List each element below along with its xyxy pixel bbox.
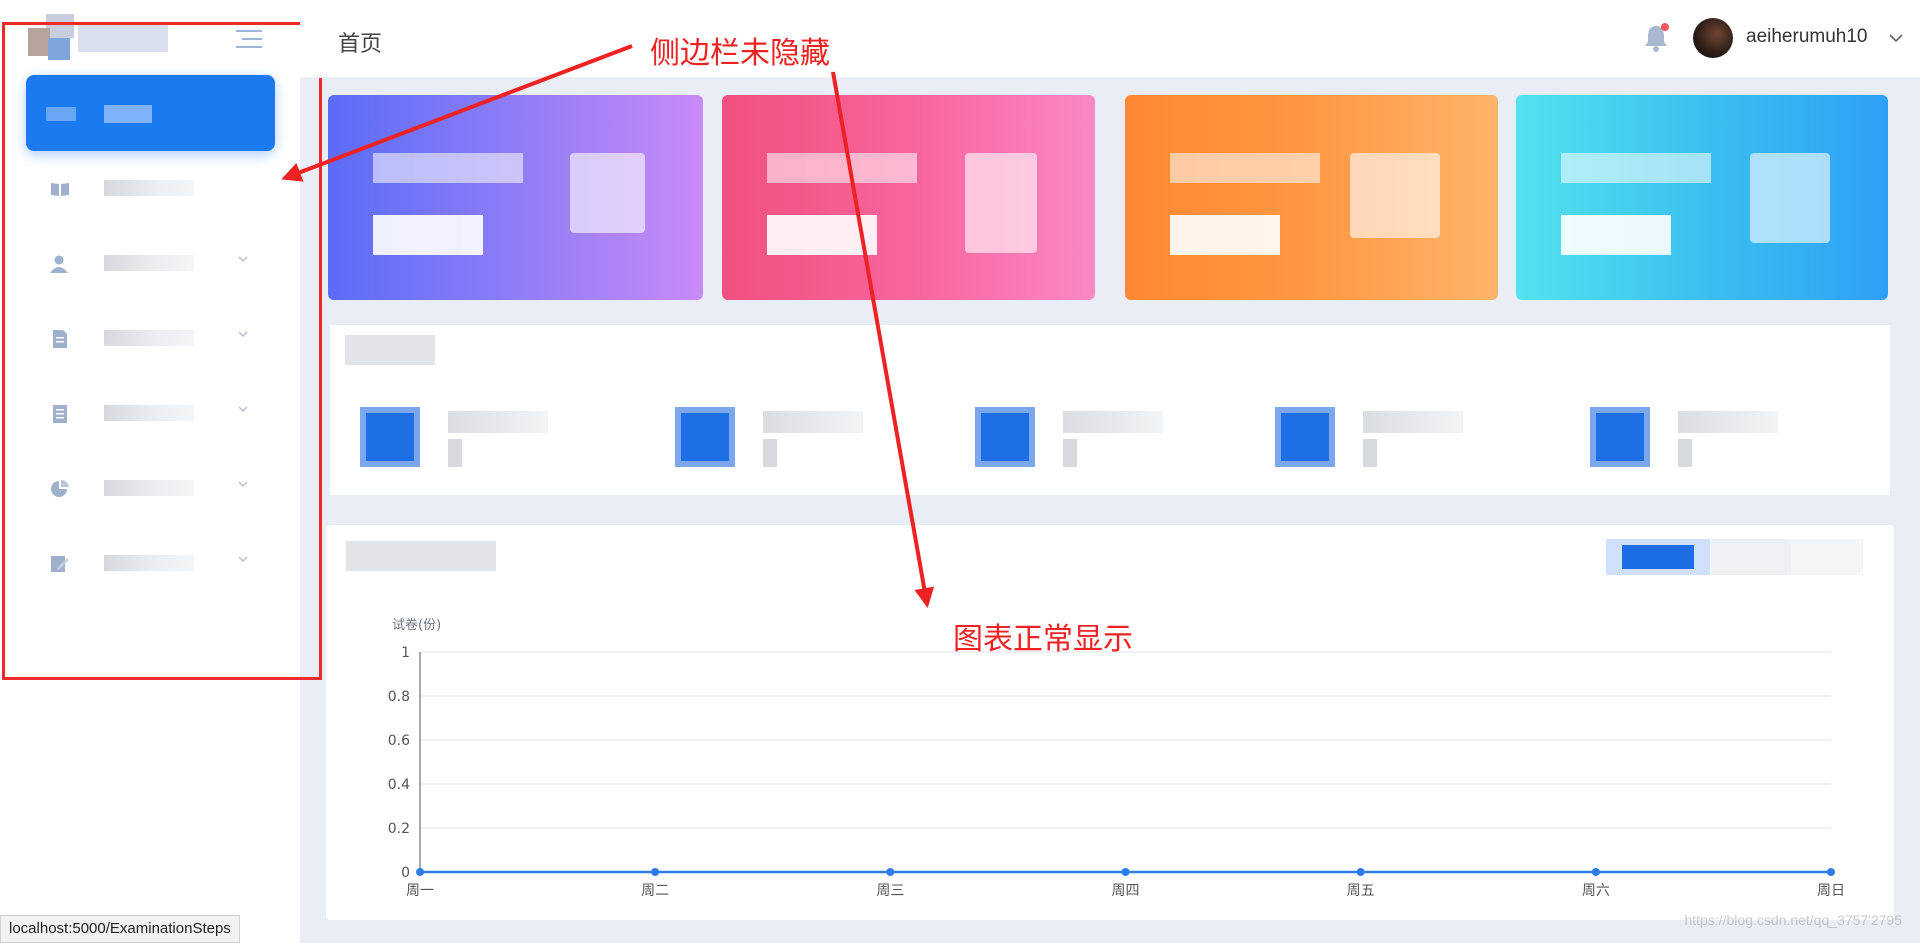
stat-card-title [1561,153,1711,183]
data-point [1356,868,1365,876]
y-tick-label: 0.6 [388,733,410,749]
stat-card-title [1170,153,1320,183]
username[interactable]: aeiherumuh10 [1746,26,1867,48]
x-tick-label: 周二 [641,883,669,899]
status-bar-url: localhost:5000/ExaminationSteps [0,915,240,943]
quick-access-icon [975,407,1035,467]
y-tick-label: 1 [401,645,410,661]
stat-card-icon [1750,153,1830,243]
quick-access-icon [360,407,420,467]
data-point [1121,868,1130,876]
x-tick-label: 周日 [1817,883,1845,899]
x-tick-label: 周三 [876,883,904,899]
quick-access-icon [1275,407,1335,467]
quick-access-icon [675,407,735,467]
panel-title [345,335,435,365]
quick-access-item[interactable] [1590,407,1790,472]
sidebar-highlight-box [2,22,322,680]
stat-card-icon [570,153,645,233]
annotation-chart-note: 图表正常显示 [953,622,1133,657]
stat-card-value [373,215,483,255]
y-tick-label: 0 [401,865,410,881]
quick-access-panel [330,325,1890,495]
stat-card-icon [1350,153,1440,238]
chart-panel: 试卷(份) 0 0.2 0.4 0.6 0.8 1 周一 周二 周三 周四 周五 周六 周日 [326,525,1894,920]
stat-card-3[interactable] [1125,95,1498,300]
quick-access-item[interactable] [975,407,1175,472]
y-axis-label: 试卷(份) [392,617,441,633]
x-tick-label: 周四 [1112,883,1140,899]
avatar[interactable] [1693,18,1733,58]
y-tick-label: 0.8 [388,689,410,705]
annotation-sidebar-note: 侧边栏未隐藏 [650,36,830,71]
line-chart: 试卷(份) 0 0.2 0.4 0.6 0.8 1 周一 周二 周三 周四 周五 周六 周日 [388,617,1845,899]
stat-card-2[interactable] [722,95,1095,300]
page-title: 首页 [338,31,383,56]
quick-access-item[interactable] [1275,407,1475,472]
topbar: 首页 aeiherumuh10 [300,0,1920,78]
x-tick-label: 周六 [1582,883,1610,899]
quick-access-item[interactable] [360,407,560,472]
watermark: https://blog.csdn.net/qq_3757'2795 [1684,912,1902,928]
data-point [1591,868,1600,876]
stat-card-title [767,153,917,183]
y-tick-label: 0.2 [388,821,410,837]
data-point [416,868,424,876]
data-point [886,868,895,876]
quick-access-item[interactable] [675,407,875,472]
data-point [1827,868,1835,876]
y-tick-label: 0.4 [388,777,410,793]
x-tick-label: 周五 [1347,883,1375,899]
quick-access-icon [1590,407,1650,467]
chevron-down-icon[interactable] [1888,30,1904,46]
stat-card-value [1170,215,1280,255]
stat-card-title [373,153,523,183]
notification-bell-icon[interactable] [1642,22,1670,54]
stat-card-1[interactable] [328,95,703,300]
stat-card-icon [965,153,1037,253]
stat-card-4[interactable] [1516,95,1888,300]
stat-card-value [1561,215,1671,255]
data-point [651,868,660,876]
x-tick-label: 周一 [406,883,434,899]
stat-card-value [767,215,877,255]
